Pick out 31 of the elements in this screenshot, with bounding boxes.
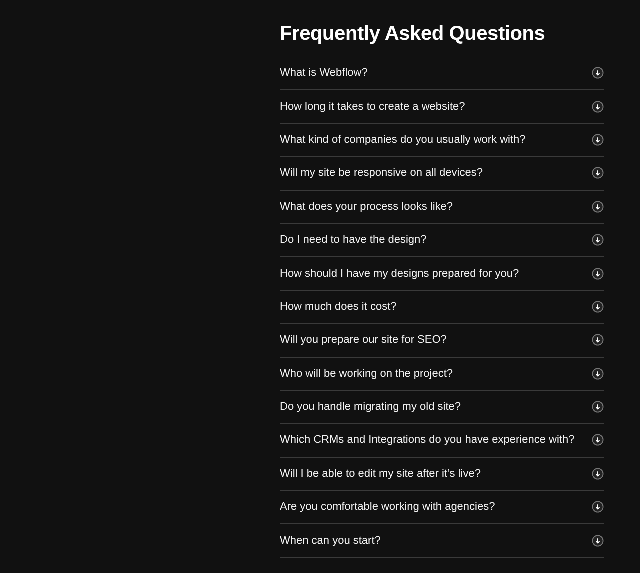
faq-question[interactable]: How long it takes to create a website? bbox=[280, 90, 604, 124]
faq-question[interactable]: Are you comfortable working with agencies? bbox=[280, 491, 604, 524]
faq-question[interactable]: Do you handle migrating my old site? bbox=[280, 390, 604, 424]
expand-icon bbox=[592, 67, 604, 80]
faq-question[interactable]: Will my site be responsive on all devices? bbox=[280, 157, 604, 191]
faq-title: Frequently Asked Questions bbox=[280, 22, 546, 47]
expand-icon bbox=[592, 134, 604, 146]
faq-question[interactable]: Will I be able to edit my site after it’s live? bbox=[280, 458, 604, 492]
faq-question[interactable]: Do I need to have the design? bbox=[280, 224, 604, 258]
expand-icon bbox=[592, 167, 604, 180]
expand-icon bbox=[592, 268, 604, 280]
faq-question[interactable]: When can you start? bbox=[280, 524, 604, 558]
expand-icon bbox=[592, 401, 604, 414]
expand-icon bbox=[592, 501, 604, 514]
expand-icon bbox=[592, 100, 604, 113]
expand-icon bbox=[592, 334, 604, 346]
faq-question[interactable]: How much does it cost? bbox=[280, 290, 604, 324]
expand-icon bbox=[592, 200, 604, 213]
faq-question[interactable]: What is Webflow? bbox=[280, 57, 604, 90]
faq-question[interactable]: What does your process looks like? bbox=[280, 190, 604, 224]
expand-icon bbox=[592, 234, 604, 246]
expand-icon bbox=[592, 368, 604, 380]
faq-question[interactable]: What kind of companies do you usually work with? bbox=[280, 124, 604, 158]
faq-question[interactable]: Will you prepare our site for SEO? bbox=[280, 324, 604, 358]
expand-icon bbox=[592, 534, 604, 547]
expand-icon bbox=[592, 300, 604, 313]
expand-icon bbox=[592, 434, 604, 446]
faq-question[interactable]: How should I have my designs prepared for you? bbox=[280, 257, 604, 291]
expand-icon bbox=[592, 468, 604, 480]
faq-question[interactable]: Which CRMs and Integrations do you have experience with? bbox=[280, 424, 604, 458]
faq-question[interactable]: Who will be working on the project? bbox=[280, 358, 604, 391]
